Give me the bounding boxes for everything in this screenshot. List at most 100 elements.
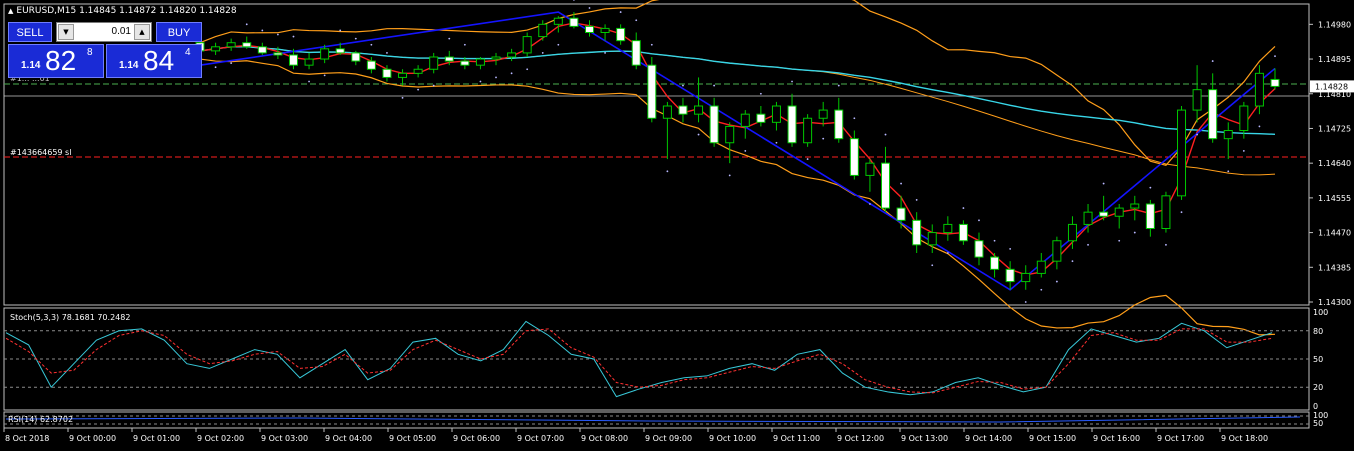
candle-body [1036,260,1046,274]
candle-body [335,48,345,54]
candle-body [398,72,408,78]
psar-dot [1258,125,1261,128]
candle-body [881,162,891,209]
time-label: 9 Oct 17:00 [1157,434,1204,443]
time-label: 9 Oct 03:00 [261,434,308,443]
candle-body [865,162,875,176]
price-label: 1.14555 [1318,194,1351,203]
sell-button[interactable]: SELL [8,22,52,42]
stoch-level-label: 100 [1313,308,1328,317]
candle-body [725,125,735,144]
chart-title: ▲ EURUSD,M15 1.14845 1.14872 1.14820 1.14… [8,6,237,16]
candle-body [475,58,485,66]
stoch-level-label: 80 [1313,327,1323,336]
time-label: 9 Oct 13:00 [901,434,948,443]
psar-dot [479,80,482,83]
candle-body [694,105,704,115]
candle-body [756,113,766,123]
candle-body [1099,211,1109,217]
candle-body [460,60,470,66]
price-label: 1.14895 [1318,55,1351,64]
psar-dot [417,88,420,91]
psar-dot [666,170,669,173]
candle-body [1192,89,1202,111]
psar-dot [837,84,840,87]
psar-dot [1196,133,1199,136]
candle-body [507,52,517,58]
candle-body [1270,78,1280,87]
candle-body [1052,240,1062,262]
candle-body [553,17,563,25]
candle-body [288,54,298,66]
stoch-level-label: 50 [1313,355,1323,364]
psar-dot [682,84,684,87]
psar-dot [946,252,949,254]
time-label: 8 Oct 2018 [5,434,49,443]
psar-dot [1274,55,1276,58]
psar-dot [1242,150,1245,152]
psar-dot [604,52,606,54]
lot-size-value[interactable]: 0.01 [77,23,131,41]
candle-body [616,27,626,42]
buy-price-pips: 84 [143,45,175,76]
price-label: 1.14385 [1318,263,1351,272]
candle-body [600,27,610,33]
candle-body [709,105,719,144]
price-label: 1.14470 [1318,229,1351,238]
psar-dot [292,35,295,38]
lot-increase-icon[interactable]: ▲ [134,24,150,40]
psar-dot [1227,170,1230,173]
buy-price-box[interactable]: 1.14 84 4 [106,44,202,78]
sell-price-box[interactable]: 1.14 82 8 [8,44,104,78]
psar-dot [323,74,326,77]
psar-dot [245,23,248,26]
candle-body [584,25,594,33]
time-label: 9 Oct 10:00 [709,434,756,443]
candle-body [1208,89,1218,140]
candle-body [1021,272,1031,283]
candle-body [678,105,688,115]
psar-dot [713,84,716,87]
psar-dot [230,62,233,65]
sell-price-fraction: 8 [87,47,93,58]
order-sl-label[interactable]: #143664659 sl [10,148,71,157]
candle-body [912,219,922,246]
buy-button[interactable]: BUY [156,22,202,42]
time-label: 9 Oct 18:00 [1221,434,1268,443]
stoch-level-label: 20 [1313,383,1323,392]
psar-dot [1149,186,1152,189]
candle-body [444,56,454,62]
psar-dot [1165,243,1167,246]
psar-dot [432,84,435,87]
psar-dot [276,33,279,36]
psar-dot [386,52,388,54]
psar-dot [463,43,466,46]
psar-dot [993,239,996,242]
candle-body [943,223,953,234]
psar-dot [962,207,965,209]
psar-dot [1009,248,1012,250]
lot-size-field[interactable]: ▼ 0.01 ▲ [56,22,152,42]
psar-dot [573,0,575,1]
time-label: 9 Oct 01:00 [133,434,180,443]
psar-dot [853,117,856,120]
candle-body [771,105,781,123]
candle-body [257,46,267,54]
candle-body [896,207,906,221]
candle-body [273,52,283,56]
candle-body [990,256,1000,270]
candle-body [538,23,548,38]
candle-body [1239,105,1249,131]
psar-dot [308,80,310,83]
time-label: 9 Oct 14:00 [965,434,1012,443]
stoch-level-label: 0 [1313,402,1318,411]
time-label: 9 Oct 09:00 [645,434,692,443]
psar-dot [1180,211,1183,214]
collapse-triangle-icon[interactable]: ▲ [8,7,13,15]
candle-body [491,56,501,60]
psar-dot [915,199,918,201]
lot-decrease-icon[interactable]: ▼ [58,24,74,40]
sell-price-pips: 82 [45,45,77,76]
psar-dot [495,76,497,79]
candle-body [1130,203,1140,209]
